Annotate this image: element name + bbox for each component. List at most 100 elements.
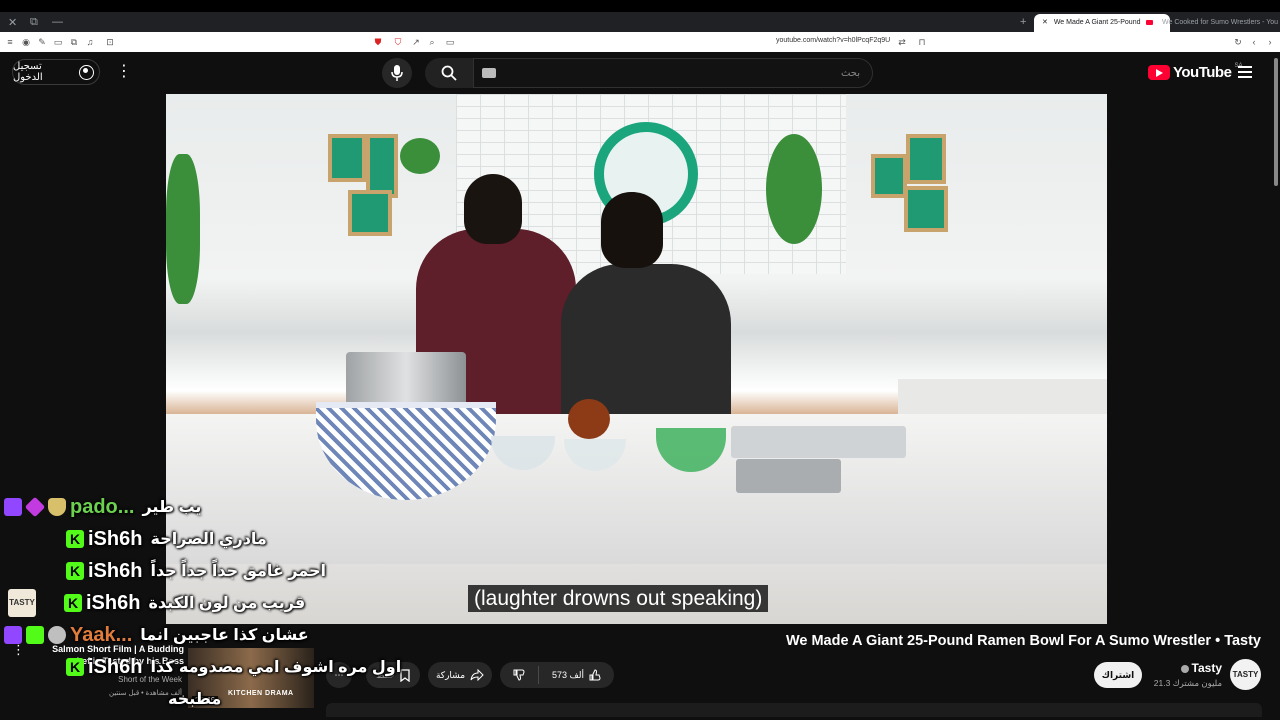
chat-username: iSh6h bbox=[86, 591, 141, 614]
reload-icon[interactable]: ↻ bbox=[1232, 36, 1244, 48]
chat-text: عشان كذا عاجبين انما bbox=[140, 627, 309, 644]
window-minimize-icon[interactable]: — bbox=[52, 16, 63, 28]
copy-icon[interactable]: ⧉ bbox=[68, 36, 80, 48]
kick-icon: K bbox=[66, 658, 84, 676]
subscriber-count: 21.3 مليون مشترك bbox=[1153, 678, 1222, 688]
top-strip bbox=[0, 0, 1280, 12]
kick-icon: K bbox=[66, 562, 84, 580]
keyboard-icon[interactable] bbox=[482, 68, 496, 78]
youtube-logo[interactable]: YouTube SA bbox=[1148, 63, 1242, 81]
share-icon[interactable]: ↗ bbox=[410, 36, 422, 48]
short-meta: ألف مشاهدة • قبل سنتين bbox=[108, 690, 182, 697]
account-icon bbox=[79, 64, 94, 80]
chat-message: K iSh6h اول مره اشوف امي مصدومه كذا bbox=[66, 652, 401, 682]
page-scrollbar[interactable] bbox=[1274, 58, 1278, 186]
tab-close-icon[interactable]: ✕ bbox=[1042, 19, 1048, 26]
chat-message: K iSh6h احمر غامق جداً جداً جداً bbox=[66, 556, 326, 586]
bookmark-save-icon bbox=[400, 668, 410, 682]
chat-username: iSh6h bbox=[88, 559, 143, 582]
chat-username: iSh6h bbox=[88, 655, 143, 678]
tab-active[interactable]: ✕ We Made A Giant 25-Pound bbox=[1034, 14, 1170, 32]
thumbs-up-icon bbox=[589, 669, 601, 681]
like-button[interactable]: 573 ألف bbox=[544, 669, 609, 681]
new-tab-icon[interactable]: + bbox=[1020, 16, 1026, 28]
dislike-button[interactable] bbox=[505, 669, 533, 681]
location-icon[interactable]: ◉ bbox=[20, 36, 32, 48]
tab-title: We Cooked for Sumo Wrestlers - You bbox=[1162, 19, 1279, 26]
search-button[interactable] bbox=[425, 58, 473, 88]
chat-text: قريب من لون الكبدة bbox=[148, 595, 306, 612]
chat-text: اول مره اشوف امي مصدومه كذا bbox=[150, 659, 402, 676]
youtube-play-icon bbox=[1148, 65, 1170, 80]
kick-icon: K bbox=[66, 530, 84, 548]
window-restore-icon[interactable]: ⧉ bbox=[30, 16, 38, 29]
hamburger-menu-icon[interactable] bbox=[1238, 66, 1252, 78]
logo-text: YouTube bbox=[1173, 64, 1232, 81]
address-bar: ≡ ◉ ✎ ▭ ⧉ ♫ ⊡ ⛊ ⛉ ↗ ⌕ ▭ youtube.com/watc… bbox=[0, 32, 1280, 53]
video-caption: (laughter drowns out speaking) bbox=[468, 585, 769, 612]
settings-more-icon[interactable]: ⋮ bbox=[116, 64, 132, 80]
thumbs-down-icon bbox=[513, 669, 525, 681]
badge-icon bbox=[48, 626, 66, 644]
chat-message: TASTY K iSh6h قريب من لون الكبدة bbox=[8, 588, 305, 618]
window-icon[interactable]: ▭ bbox=[52, 36, 64, 48]
search-input[interactable]: بحث bbox=[473, 58, 873, 88]
meat-tray bbox=[731, 426, 906, 458]
channel-avatar[interactable]: TASTY bbox=[1230, 659, 1261, 690]
chat-text: احمر غامق جداً جداً جداً bbox=[150, 563, 326, 580]
plant bbox=[400, 138, 440, 174]
adblock-icon[interactable]: ⛉ bbox=[392, 36, 404, 48]
share-button[interactable]: مشاركة bbox=[428, 662, 492, 688]
url-text[interactable]: youtube.com/watch?v=h0lPcqF2q9U bbox=[776, 37, 890, 44]
chat-text: مطبخه bbox=[168, 691, 222, 708]
search-icon bbox=[441, 65, 457, 81]
man-head bbox=[464, 174, 522, 244]
video-player[interactable] bbox=[166, 94, 1107, 624]
twitch-icon bbox=[4, 498, 22, 516]
tab-title: We Made A Giant 25-Pound bbox=[1053, 19, 1141, 26]
verified-icon bbox=[1180, 664, 1189, 673]
share-arrow-icon bbox=[470, 669, 484, 681]
youtube-favicon-icon bbox=[1146, 19, 1154, 25]
tab-inactive[interactable]: We Cooked for Sumo Wrestlers - You bbox=[1154, 14, 1280, 32]
picture-in-picture-icon[interactable]: ▭ bbox=[444, 36, 456, 48]
wall-shelf bbox=[904, 186, 948, 232]
chat-username: Yaak... bbox=[70, 623, 133, 646]
chat-text: يب طير bbox=[142, 499, 202, 516]
chat-message: Yaak... عشان كذا عاجبين انما bbox=[4, 620, 309, 650]
seaweed-tray bbox=[736, 459, 841, 493]
plant bbox=[766, 134, 822, 244]
chat-message: pado... يب طير bbox=[4, 492, 201, 522]
check-badge-icon bbox=[26, 626, 44, 644]
music-icon[interactable]: ♫ bbox=[84, 36, 96, 48]
wall-shelf bbox=[906, 134, 946, 184]
menu-icon[interactable]: ≡ bbox=[4, 36, 16, 48]
wall-shelf bbox=[366, 134, 398, 198]
tasty-avatar-icon: TASTY bbox=[8, 589, 36, 617]
youtube-header: تسجيل الدخول ⋮ بحث YouTube SA bbox=[0, 52, 1280, 94]
like-count: 573 ألف bbox=[551, 669, 585, 680]
pen-icon[interactable]: ✎ bbox=[36, 36, 48, 48]
translate-icon[interactable]: ⇄ bbox=[896, 36, 908, 48]
wall-shelf bbox=[348, 190, 392, 236]
forward-icon[interactable]: › bbox=[1264, 36, 1276, 48]
chat-username: iSh6h bbox=[88, 527, 143, 550]
screenshot-icon[interactable]: ⊡ bbox=[104, 36, 116, 48]
sign-in-label: تسجيل الدخول bbox=[13, 61, 43, 83]
channel-name[interactable]: Tasty bbox=[1180, 661, 1222, 675]
twitch-icon bbox=[4, 626, 22, 644]
search-placeholder: بحث bbox=[840, 68, 860, 79]
channel-name-text: Tasty bbox=[1191, 661, 1222, 675]
voice-search-button[interactable] bbox=[382, 58, 412, 88]
window-close-icon[interactable]: ✕ bbox=[8, 16, 17, 29]
video-title: We Made A Giant 25-Pound Ramen Bowl For … bbox=[785, 633, 1261, 649]
subscribe-button[interactable]: اشتراك bbox=[1094, 662, 1142, 688]
badge-icon bbox=[48, 498, 66, 516]
shield-icon[interactable]: ⛊ bbox=[372, 36, 384, 48]
bookmark-icon[interactable]: ⊓ bbox=[916, 36, 928, 48]
zoom-icon[interactable]: ⌕ bbox=[426, 36, 438, 48]
thumbnail-label: KITCHEN DRAMA bbox=[228, 690, 294, 697]
marble-counter bbox=[166, 414, 1107, 564]
sign-in-button[interactable]: تسجيل الدخول bbox=[12, 59, 100, 85]
back-icon[interactable]: ‹ bbox=[1248, 36, 1260, 48]
